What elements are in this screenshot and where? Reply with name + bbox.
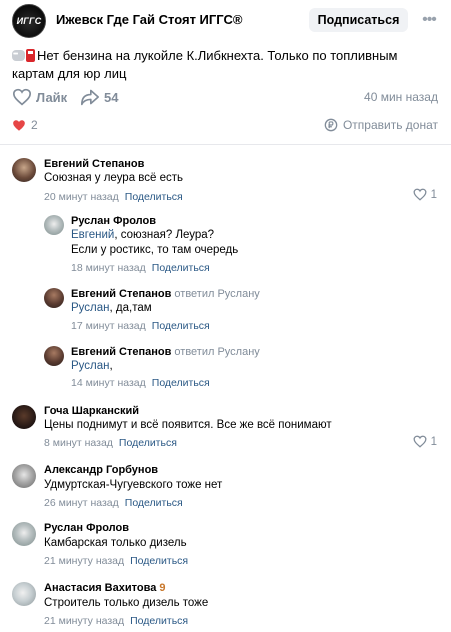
- avatar[interactable]: [44, 215, 64, 235]
- post-header: ИГГС Ижевск Где Гай Стоят ИГГС® Подписат…: [0, 0, 451, 40]
- comment-text: Цены поднимут и всё появится. Все же всё…: [44, 419, 332, 431]
- share-button[interactable]: 54: [80, 88, 118, 106]
- comment-author[interactable]: Евгений Степанов ответил Руслану: [71, 346, 260, 358]
- avatar[interactable]: [12, 405, 36, 429]
- comment-time[interactable]: 26 минут назад: [44, 497, 119, 509]
- comment-share-link[interactable]: Поделиться: [130, 615, 188, 627]
- post-text: Нет бензина на лукойле К.Либкнехта. Толь…: [12, 48, 398, 81]
- comment-meta: 8 минут назад Поделиться: [44, 437, 177, 449]
- comment-time[interactable]: 21 минуту назад: [44, 615, 124, 627]
- reply-to-label: ответил Руслану: [174, 346, 260, 358]
- comment-share-link[interactable]: Поделиться: [130, 555, 188, 567]
- comment-share-link[interactable]: Поделиться: [125, 191, 183, 203]
- post-time[interactable]: 40 мин назад: [364, 90, 438, 104]
- comment-time[interactable]: 20 минут назад: [44, 191, 119, 203]
- comment-meta: 26 минут назад Поделиться: [44, 497, 183, 509]
- comment-author[interactable]: Александр Горбунов: [44, 464, 158, 476]
- fuel-pump-icon: [26, 49, 35, 62]
- donate-button[interactable]: Отправить донат: [324, 118, 438, 132]
- comment-meta: 17 минут назад Поделиться: [71, 320, 210, 332]
- comment-text: Удмуртская-Чугуевского тоже нет: [44, 479, 223, 491]
- avatar[interactable]: [12, 522, 36, 546]
- comment-share-link[interactable]: Поделиться: [119, 437, 177, 449]
- divider: [0, 144, 451, 145]
- comment-share-link[interactable]: Поделиться: [152, 320, 210, 332]
- speech-bubble-icon: [12, 46, 25, 64]
- reactions-summary[interactable]: 2: [12, 118, 38, 132]
- reaction-count: 2: [31, 118, 38, 132]
- post-actions: Лайк 54 40 мин назад: [12, 88, 440, 106]
- like-label: Лайк: [36, 89, 68, 105]
- group-avatar-text: ИГГС: [16, 16, 42, 26]
- comment-author[interactable]: Руслан Фролов: [71, 215, 156, 227]
- comment-author[interactable]: Евгений Степанов ответил Руслану: [71, 288, 260, 300]
- comment-share-link[interactable]: Поделиться: [152, 262, 210, 274]
- donate-label: Отправить донат: [342, 118, 438, 132]
- comment-text: Строитель только дизель тоже: [44, 597, 209, 609]
- avatar[interactable]: [12, 582, 36, 606]
- comment-like-count: 1: [430, 435, 437, 448]
- comment-meta: 21 минуту назад Поделиться: [44, 615, 188, 627]
- author-emoji: 9: [159, 582, 166, 594]
- comment-author[interactable]: Руслан Фролов: [44, 522, 129, 534]
- comment-meta: 21 минуту назад Поделиться: [44, 555, 188, 567]
- comment-time[interactable]: 14 минут назад: [71, 377, 146, 389]
- avatar[interactable]: [12, 464, 36, 488]
- post-reactions: 2 Отправить донат: [12, 118, 440, 134]
- mention-link[interactable]: Руслан: [71, 302, 110, 314]
- like-button[interactable]: Лайк: [12, 88, 67, 106]
- post-text-block: Нет бензина на лукойле К.Либкнехта. Толь…: [12, 46, 442, 83]
- comment-meta: 20 минут назад Поделиться: [44, 191, 183, 203]
- more-icon[interactable]: •••: [420, 11, 438, 29]
- comment-time[interactable]: 18 минут назад: [71, 262, 146, 274]
- comment-share-link[interactable]: Поделиться: [152, 377, 210, 389]
- avatar[interactable]: [12, 158, 36, 182]
- comment-time[interactable]: 21 минуту назад: [44, 555, 124, 567]
- comment-text: Руслан,: [71, 360, 113, 372]
- comment-time[interactable]: 8 минут назад: [44, 437, 113, 449]
- avatar[interactable]: [44, 288, 64, 308]
- comment-author[interactable]: Гоча Шарканский: [44, 405, 139, 417]
- mention-link[interactable]: Руслан: [71, 360, 110, 372]
- reply-to-label: ответил Руслану: [174, 288, 260, 300]
- mention-link[interactable]: Евгений: [71, 229, 114, 241]
- comment-share-link[interactable]: Поделиться: [125, 497, 183, 509]
- comment-author[interactable]: Анастасия Вахитова 9: [44, 582, 166, 594]
- share-arrow-icon: [81, 89, 99, 106]
- heart-filled-icon: [13, 119, 25, 131]
- comment-like-count: 1: [430, 188, 437, 201]
- share-count: 54: [104, 89, 119, 105]
- comment-text: Камбарская только дизель: [44, 537, 187, 549]
- avatar[interactable]: [44, 346, 64, 366]
- comment-author[interactable]: Евгений Степанов: [44, 158, 144, 170]
- heart-outline-icon: [12, 88, 32, 106]
- group-name[interactable]: Ижевск Где Гай Стоят ИГГС®: [56, 12, 242, 27]
- comment-text-line2: Если у ростикс, то там очередь: [71, 244, 239, 256]
- comment-like-button[interactable]: 1: [413, 188, 437, 201]
- group-avatar[interactable]: ИГГС: [12, 4, 46, 38]
- comment-text: Руслан, да,там: [71, 302, 152, 314]
- comment-meta: 14 минут назад Поделиться: [71, 377, 210, 389]
- subscribe-button[interactable]: Подписаться: [309, 8, 408, 32]
- comment-time[interactable]: 17 минут назад: [71, 320, 146, 332]
- comment-like-button[interactable]: 1: [413, 435, 437, 448]
- coin-icon: [324, 118, 338, 132]
- heart-outline-icon: [413, 188, 427, 201]
- heart-outline-icon: [413, 435, 427, 448]
- comment-meta: 18 минут назад Поделиться: [71, 262, 210, 274]
- comment-text: Союзная у леура всё есть: [44, 172, 184, 184]
- comment-text: Евгений, союзная? Леура?: [71, 229, 215, 241]
